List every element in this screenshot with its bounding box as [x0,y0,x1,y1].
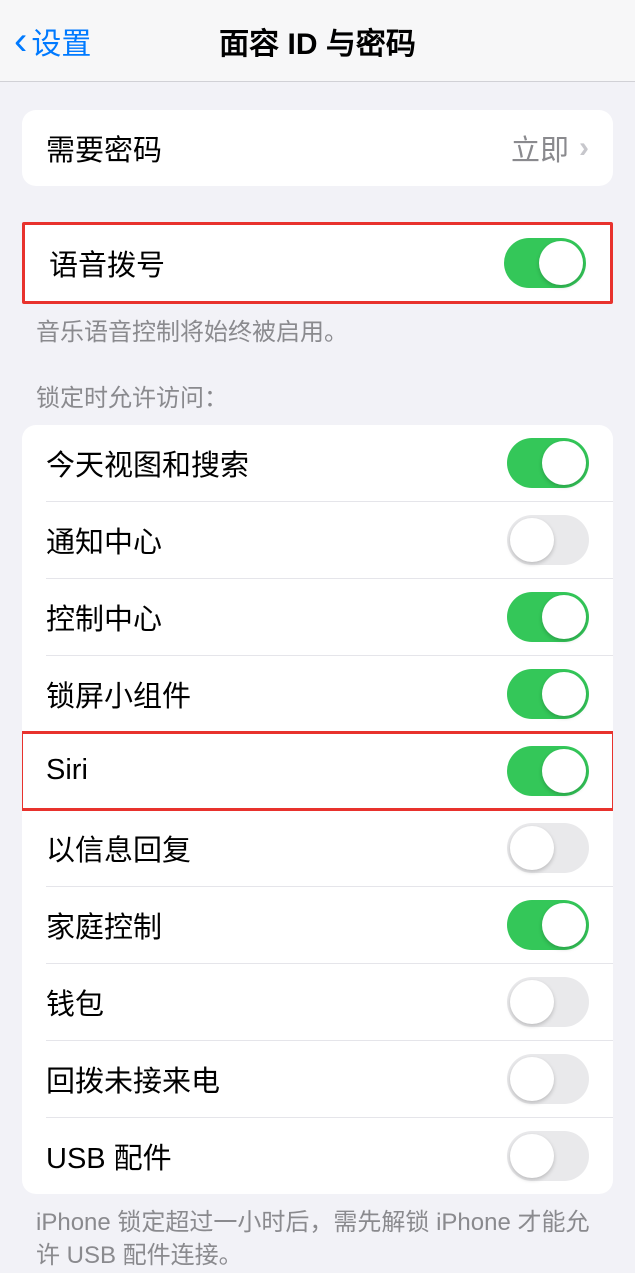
lock-access-row: 今天视图和搜索 [22,425,613,501]
back-button[interactable]: ‹ 设置 [14,19,91,63]
lock-access-toggle[interactable] [507,592,589,642]
lock-access-label: 以信息回复 [46,827,507,869]
page-title: 面容 ID 与密码 [219,19,416,63]
voice-dial-toggle[interactable] [504,238,586,288]
lock-access-label: 家庭控制 [46,904,507,946]
lock-access-toggle[interactable] [507,746,589,796]
require-passcode-label: 需要密码 [46,127,511,169]
lock-access-toggle[interactable] [507,515,589,565]
lock-section-footer: iPhone 锁定超过一小时后，需先解锁 iPhone 才能允许 USB 配件连… [0,1194,635,1273]
lock-access-row: 钱包 [22,964,613,1040]
require-passcode-group: 需要密码 立即 › [22,110,613,186]
chevron-left-icon: ‹ [14,21,27,61]
voice-dial-label: 语音拨号 [49,242,504,284]
lock-access-row: 家庭控制 [22,887,613,963]
lock-access-toggle[interactable] [507,1054,589,1104]
require-passcode-value: 立即 [511,127,569,169]
require-passcode-row[interactable]: 需要密码 立即 › [22,110,613,186]
lock-access-label: 控制中心 [46,596,507,638]
lock-access-toggle[interactable] [507,1131,589,1181]
toggle-knob [542,749,586,793]
voice-dial-group: 语音拨号 [22,222,613,304]
toggle-knob [542,595,586,639]
toggle-knob [542,903,586,947]
lock-access-toggle[interactable] [507,900,589,950]
lock-section-header: 锁定时允许访问： [0,378,635,425]
toggle-knob [510,980,554,1024]
lock-access-label: USB 配件 [46,1135,507,1177]
lock-access-toggle[interactable] [507,977,589,1027]
toggle-knob [539,241,583,285]
toggle-knob [510,1057,554,1101]
lock-access-label: 回拨未接来电 [46,1058,507,1100]
lock-access-label: 钱包 [46,981,507,1023]
lock-access-toggle[interactable] [507,438,589,488]
back-label: 设置 [31,19,91,63]
toggle-knob [510,518,554,562]
lock-access-row: 以信息回复 [22,810,613,886]
toggle-knob [542,441,586,485]
toggle-knob [542,672,586,716]
lock-access-toggle[interactable] [507,669,589,719]
chevron-right-icon: › [579,131,589,165]
voice-dial-row: 语音拨号 [25,225,610,301]
lock-access-label: 今天视图和搜索 [46,442,507,484]
voice-dial-footer: 音乐语音控制将始终被启用。 [0,304,635,350]
lock-access-row: USB 配件 [22,1118,613,1194]
toggle-knob [510,1134,554,1178]
lock-access-row: 回拨未接来电 [22,1041,613,1117]
navigation-header: ‹ 设置 面容 ID 与密码 [0,0,635,82]
lock-access-label: Siri [46,754,507,787]
lock-access-toggle[interactable] [507,823,589,873]
lock-access-label: 锁屏小组件 [46,673,507,715]
toggle-knob [510,826,554,870]
lock-access-label: 通知中心 [46,519,507,561]
lock-access-row: 控制中心 [22,579,613,655]
lock-access-row: 通知中心 [22,502,613,578]
lock-access-group: 今天视图和搜索通知中心控制中心锁屏小组件 Siri 以信息回复家庭控制钱包回拨未接来… [22,425,613,1194]
lock-access-row: 锁屏小组件 [22,656,613,732]
lock-access-row: Siri [22,733,613,809]
